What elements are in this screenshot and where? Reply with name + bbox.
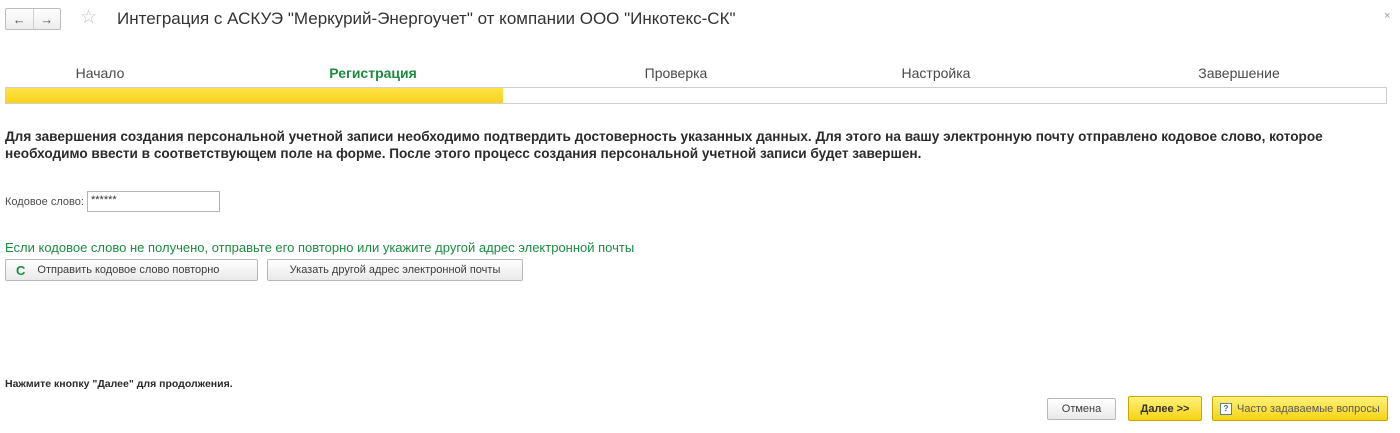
step-registration: Регистрация xyxy=(329,65,417,81)
window-title: Интеграция с АСКУЭ "Меркурий-Энергоучет"… xyxy=(117,9,736,28)
refresh-icon: C xyxy=(16,262,26,278)
back-arrow-icon[interactable]: ← xyxy=(6,9,33,29)
continue-hint: Нажмите кнопку "Далее" для продолжения. xyxy=(5,378,233,390)
resend-code-label: Отправить кодовое слово повторно xyxy=(37,264,220,276)
cancel-button[interactable]: Отмена xyxy=(1047,398,1116,420)
question-icon: ? xyxy=(1220,402,1232,415)
cancel-label: Отмена xyxy=(1061,403,1102,415)
faq-label: Часто задаваемые вопросы xyxy=(1237,402,1380,415)
next-button[interactable]: Далее >> xyxy=(1128,396,1202,421)
other-email-button[interactable]: Указать другой адрес электронной почты xyxy=(267,259,523,281)
next-label: Далее >> xyxy=(1140,402,1190,415)
code-word-label: Кодовое слово: xyxy=(5,196,84,208)
close-icon[interactable]: × xyxy=(1384,10,1390,22)
resend-code-button[interactable]: C Отправить кодовое слово повторно xyxy=(5,259,258,281)
step-start: Начало xyxy=(75,65,125,81)
resend-hint: Если кодовое слово не получено, отправьт… xyxy=(5,240,635,255)
other-email-label: Указать другой адрес электронной почты xyxy=(289,264,501,276)
forward-arrow-icon[interactable]: → xyxy=(32,9,61,29)
favorite-star-icon[interactable]: ☆ xyxy=(80,6,97,30)
info-message: Для завершения создания персональной уче… xyxy=(5,129,1323,161)
faq-button[interactable]: ? Часто задаваемые вопросы xyxy=(1212,396,1388,421)
navigation-buttons: ← → xyxy=(5,8,61,30)
wizard-progress-bar xyxy=(5,87,1387,104)
step-finish: Завершение xyxy=(1198,65,1280,81)
step-setup: Настройка xyxy=(901,65,971,81)
code-word-input[interactable] xyxy=(87,191,220,212)
step-check: Проверка xyxy=(644,65,708,81)
progress-bar-fill xyxy=(6,88,503,103)
